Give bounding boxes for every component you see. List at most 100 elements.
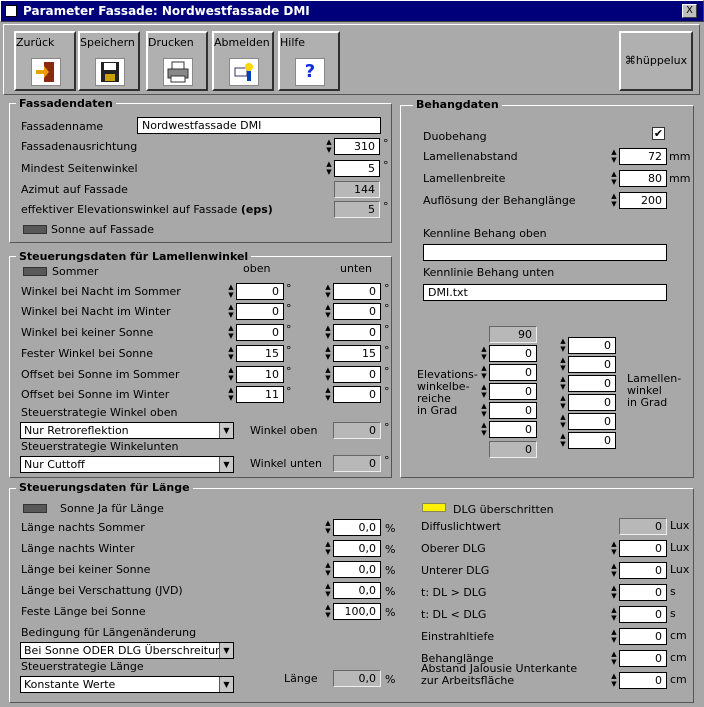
seitenwinkel-stepper[interactable]: ▲ ▼ xyxy=(325,160,333,177)
elevation-stepper[interactable]: ▲ ▼ xyxy=(480,345,488,362)
lamellenwinkel-input[interactable]: 0 xyxy=(568,337,616,354)
oben-stepper[interactable]: ▲ ▼ xyxy=(227,386,235,403)
kennlinie-unten-label: Kennlinie Behang unten xyxy=(423,266,555,279)
unten-input[interactable]: 0 xyxy=(333,386,381,403)
huppelux-button[interactable]: ⌘hüppelux xyxy=(619,31,693,91)
laenge-stepper[interactable]: ▲ ▼ xyxy=(324,603,332,620)
strategie-laenge-select[interactable]: Konstante Werte ▼ xyxy=(20,676,234,693)
laenge-right-input[interactable]: 0 xyxy=(619,672,667,689)
elevation-input[interactable]: 0 xyxy=(489,383,537,400)
laenge-right-input[interactable]: 0 xyxy=(619,562,667,579)
laenge-right-stepper[interactable]: ▲ ▼ xyxy=(610,540,618,557)
laenge-stepper[interactable]: ▲ ▼ xyxy=(324,561,332,578)
elevation-input[interactable]: 0 xyxy=(489,402,537,419)
unten-stepper[interactable]: ▲ ▼ xyxy=(324,324,332,341)
bedingung-select[interactable]: Bei Sonne ODER DLG Überschreitung ▼ xyxy=(20,642,234,659)
unten-input[interactable]: 0 xyxy=(333,324,381,341)
laenge-input[interactable]: 0,0 xyxy=(333,561,381,578)
percent-unit: % xyxy=(385,585,396,598)
laenge-input[interactable]: 0,0 xyxy=(333,540,381,557)
oben-input[interactable]: 10 xyxy=(236,366,284,383)
lamellenwinkel-stepper[interactable]: ▲ ▼ xyxy=(559,356,567,373)
unten-stepper[interactable]: ▲ ▼ xyxy=(324,386,332,403)
unten-stepper[interactable]: ▲ ▼ xyxy=(324,345,332,362)
oben-stepper[interactable]: ▲ ▼ xyxy=(227,283,235,300)
lamellenwinkel-stepper[interactable]: ▲ ▼ xyxy=(559,394,567,411)
laenge-input[interactable]: 100,0 xyxy=(333,603,381,620)
oben-input[interactable]: 15 xyxy=(236,345,284,362)
laenge-right-input[interactable]: 0 xyxy=(619,628,667,645)
laenge-right-stepper[interactable]: ▲ ▼ xyxy=(610,562,618,579)
laenge-right-input[interactable]: 0 xyxy=(619,650,667,667)
unten-input[interactable]: 0 xyxy=(333,283,381,300)
oben-input[interactable]: 0 xyxy=(236,324,284,341)
lamellenwinkel-stepper[interactable]: ▲ ▼ xyxy=(559,375,567,392)
elevation-stepper[interactable]: ▲ ▼ xyxy=(480,421,488,438)
lamellenwinkel-input[interactable]: 0 xyxy=(568,375,616,392)
oben-stepper[interactable]: ▲ ▼ xyxy=(227,303,235,320)
back-button[interactable]: Zurück xyxy=(14,31,76,91)
lamellenwinkel-input[interactable]: 0 xyxy=(568,394,616,411)
elevation-stepper[interactable]: ▲ ▼ xyxy=(480,383,488,400)
lamellenabstand-stepper[interactable]: ▲ ▼ xyxy=(610,148,618,165)
oben-input[interactable]: 0 xyxy=(236,283,284,300)
laenge-right-input[interactable]: 0 xyxy=(619,540,667,557)
lamellenwinkel-input[interactable]: 0 xyxy=(568,356,616,373)
print-button[interactable]: Drucken xyxy=(146,31,208,91)
duobehang-checkbox[interactable]: ✔ xyxy=(652,127,665,140)
fassadenname-input[interactable]: Nordwestfassade DMI xyxy=(137,117,381,134)
unten-input[interactable]: 0 xyxy=(333,303,381,320)
laenge-right-stepper[interactable]: ▲ ▼ xyxy=(610,672,618,689)
aufloesung-stepper[interactable]: ▲ ▼ xyxy=(610,192,618,209)
close-button[interactable]: X xyxy=(682,4,697,18)
laenge-right-stepper[interactable]: ▲ ▼ xyxy=(610,584,618,601)
ausrichtung-input[interactable]: 310 xyxy=(334,138,380,155)
lamellenwinkel-stepper[interactable]: ▲ ▼ xyxy=(559,337,567,354)
unten-stepper[interactable]: ▲ ▼ xyxy=(324,366,332,383)
strategie-unten-select[interactable]: Nur Cuttoff ▼ xyxy=(20,456,234,473)
elevation-input[interactable]: 0 xyxy=(489,421,537,438)
oben-stepper[interactable]: ▲ ▼ xyxy=(227,324,235,341)
laenge-right-stepper[interactable]: ▲ ▼ xyxy=(610,628,618,645)
unten-stepper[interactable]: ▲ ▼ xyxy=(324,283,332,300)
oben-stepper[interactable]: ▲ ▼ xyxy=(227,366,235,383)
save-button[interactable]: Speichern xyxy=(78,31,140,91)
laenge-right-stepper[interactable]: ▲ ▼ xyxy=(610,650,618,667)
lamellenabstand-input[interactable]: 72 xyxy=(619,148,667,165)
seitenwinkel-input[interactable]: 5 xyxy=(334,160,380,177)
logout-button[interactable]: Abmelden xyxy=(212,31,274,91)
elevation-input[interactable]: 0 xyxy=(489,345,537,362)
laenge-input[interactable]: 0,0 xyxy=(333,519,381,536)
laenge-right-input[interactable]: 0 xyxy=(619,606,667,623)
laenge-stepper[interactable]: ▲ ▼ xyxy=(324,540,332,557)
degree-unit: ° xyxy=(384,454,390,467)
laenge-stepper[interactable]: ▲ ▼ xyxy=(324,582,332,599)
unten-input[interactable]: 15 xyxy=(333,345,381,362)
ausrichtung-label: Fassadenausrichtung xyxy=(21,140,138,153)
unten-input[interactable]: 0 xyxy=(333,366,381,383)
oben-input[interactable]: 11 xyxy=(236,386,284,403)
laenge-right-stepper[interactable]: ▲ ▼ xyxy=(610,606,618,623)
laenge-right-input[interactable]: 0 xyxy=(619,584,667,601)
lamellenbreite-input[interactable]: 80 xyxy=(619,170,667,187)
strategie-oben-select[interactable]: Nur Retroreflektion ▼ xyxy=(20,422,234,439)
elevation-stepper[interactable]: ▲ ▼ xyxy=(480,364,488,381)
kennline-oben-input[interactable] xyxy=(423,244,667,261)
unten-stepper[interactable]: ▲ ▼ xyxy=(324,303,332,320)
kennlinie-unten-input[interactable]: DMI.txt xyxy=(423,284,667,301)
oben-stepper[interactable]: ▲ ▼ xyxy=(227,345,235,362)
lamellenwinkel-stepper[interactable]: ▲ ▼ xyxy=(559,432,567,449)
lamellenbreite-stepper[interactable]: ▲ ▼ xyxy=(610,170,618,187)
elevation-stepper[interactable]: ▲ ▼ xyxy=(480,402,488,419)
laenge-right-unit: cm xyxy=(670,673,687,686)
aufloesung-input[interactable]: 200 xyxy=(619,192,667,209)
elevation-input[interactable]: 0 xyxy=(489,364,537,381)
lamellenwinkel-input[interactable]: 0 xyxy=(568,413,616,430)
laenge-stepper[interactable]: ▲ ▼ xyxy=(324,519,332,536)
oben-input[interactable]: 0 xyxy=(236,303,284,320)
help-button[interactable]: Hilfe ? xyxy=(278,31,340,91)
laenge-input[interactable]: 0,0 xyxy=(333,582,381,599)
lamellenwinkel-stepper[interactable]: ▲ ▼ xyxy=(559,413,567,430)
lamellenwinkel-input[interactable]: 0 xyxy=(568,432,616,449)
ausrichtung-stepper[interactable]: ▲ ▼ xyxy=(325,138,333,155)
